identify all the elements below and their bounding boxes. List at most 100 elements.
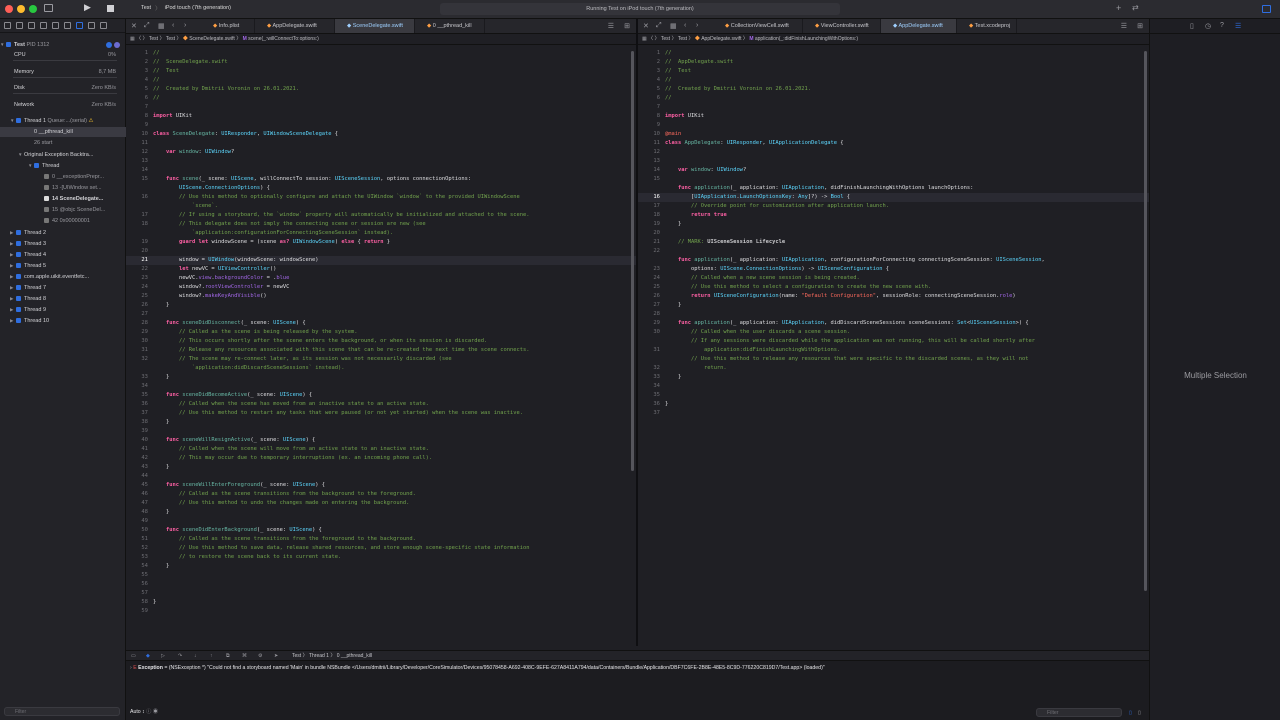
thread-1-row[interactable]: ▼ Thread 1 Queue:...(serial) ⚠ (0, 116, 126, 126)
editor-options-icon[interactable]: ☰ (608, 22, 614, 30)
forward-icon[interactable]: › (696, 22, 698, 29)
code-line[interactable] (153, 310, 529, 319)
code-line[interactable]: class SceneDelegate: UIResponder, UIWind… (153, 130, 529, 139)
frame-row[interactable]: 0 __pthread_kill (0, 127, 126, 137)
thread-row[interactable]: ▶ Thread 8 (0, 294, 126, 304)
editor-tab[interactable]: ◆ AppDelegate.swift (881, 19, 957, 33)
editor-tab[interactable]: ◆ SceneDelegate.swift (335, 19, 415, 33)
thread-row[interactable]: ▶ Thread 5 (0, 261, 126, 271)
crumb-process[interactable]: Test (292, 653, 301, 659)
crumb-frame[interactable]: 0 __pthread_kill (337, 653, 372, 659)
code-line[interactable]: import UIKit (153, 112, 529, 121)
code-line[interactable] (665, 382, 1045, 391)
editor-tab[interactable]: ◆ Test.xcodeproj (957, 19, 1017, 33)
code-line[interactable]: import UIKit (665, 112, 1045, 121)
code-line[interactable]: // This occurs shortly after the scene e… (153, 337, 529, 346)
view-hierarchy-icon[interactable]: ⧉ (226, 651, 230, 661)
code-line[interactable] (665, 103, 1045, 112)
code-line[interactable]: // If using a storyboard, the `window` p… (153, 211, 530, 220)
code-line[interactable]: } (153, 508, 529, 517)
jump-project[interactable]: Test (661, 36, 670, 42)
back-icon[interactable]: ‹ (684, 22, 686, 29)
code-line[interactable]: // (665, 94, 1045, 103)
code-line[interactable]: // Use this method to optionally configu… (153, 193, 529, 202)
code-line[interactable]: } (665, 400, 1045, 409)
code-line[interactable]: } (153, 373, 529, 382)
environment-icon[interactable]: ⚙ (258, 651, 262, 661)
code-line[interactable]: window?.makeKeyAndVisible() (153, 292, 529, 301)
thread-row[interactable]: ▶ Thread 7 (0, 283, 126, 293)
code-line[interactable]: func sceneDidDisconnect(_ scene: UIScene… (153, 319, 529, 328)
code-line[interactable]: // (665, 76, 1045, 85)
gauge-cpu[interactable]: CPU 0% (0, 50, 126, 60)
related-items-icon[interactable]: ▦ (670, 22, 677, 30)
variables-scope-select[interactable]: Auto ↕ ⓘ ◉ (130, 708, 158, 716)
right-source-editor[interactable]: 1 2 3 4 5 6 7 8 9 10 11 12 13 14 15 16 17 18 19 20 21 22 23 24 2… (638, 45, 1149, 646)
thread-row[interactable]: ▶ Thread 10 (0, 316, 126, 326)
file-inspector-icon[interactable]: ▯ (1190, 22, 1194, 30)
navigator-filter-field[interactable]: Filter (4, 707, 120, 716)
issue-navigator-icon[interactable] (52, 22, 59, 29)
frame-row[interactable]: 0 __exceptionPrepr... (0, 172, 126, 182)
code-line[interactable] (153, 121, 529, 130)
frame-row[interactable]: 15 @objc SceneDel... (0, 205, 126, 215)
code-line[interactable]: guard let windowScene = (scene as? UIWin… (153, 238, 529, 247)
code-line[interactable] (665, 121, 1045, 130)
code-line[interactable]: func sceneWillEnterForeground(_ scene: U… (153, 481, 529, 490)
report-navigator-icon[interactable] (100, 22, 107, 29)
jump-symbol[interactable]: scene(_:willConnectTo:options:) (248, 36, 319, 42)
left-jump-bar[interactable]: ▦ 〈 〉 Test 〉 Test 〉 ◆ SceneDelegate.swif… (126, 34, 636, 45)
code-line[interactable] (153, 103, 529, 112)
help-inspector-icon[interactable]: ? (1220, 22, 1224, 29)
code-line[interactable] (153, 247, 529, 256)
debug-navigator-icon[interactable] (76, 22, 83, 29)
stop-icon[interactable] (107, 5, 114, 12)
code-line[interactable]: // AppDelegate.swift (665, 58, 1045, 67)
code-line[interactable]: // Use this method to save data, release… (153, 544, 530, 553)
backtrace-row[interactable]: ▼ Original Exception Backtra... (0, 150, 126, 160)
code-line[interactable]: func sceneDidBecomeActive(_ scene: UISce… (153, 391, 529, 400)
jump-group[interactable]: Test (678, 36, 687, 42)
code-line[interactable]: // This delegate does not imply the conn… (153, 220, 529, 229)
close-window-button[interactable] (5, 5, 13, 13)
code-line[interactable] (153, 139, 529, 148)
code-line[interactable]: [UIApplication.LaunchOptionsKey: Any]?) … (665, 193, 1045, 202)
code-line[interactable]: } (665, 373, 1045, 382)
code-line[interactable]: return true (665, 211, 1045, 220)
expand-icon[interactable]: ⤢ (656, 22, 662, 30)
right-jump-bar[interactable]: ▦ 〈 〉 Test 〉 Test 〉 ◆ AppDelegate.swift … (638, 34, 1149, 45)
code-line[interactable]: func application(_ application: UIApplic… (665, 256, 1045, 265)
editor-tab[interactable]: ◆ CollectionViewCell.swift (713, 19, 803, 33)
editor-tab[interactable]: ◆ Info.plist (201, 19, 255, 33)
sidebar-toggle-icon[interactable] (44, 4, 53, 12)
code-line[interactable]: class AppDelegate: UIResponder, UIApplic… (665, 139, 1045, 148)
minimize-window-button[interactable] (17, 5, 25, 13)
frame-row[interactable]: 42 0x00000001 (0, 216, 126, 226)
grid-icon[interactable]: ▦ (130, 36, 135, 42)
code-line[interactable]: let newVC = UIViewController() (153, 265, 529, 274)
code-line[interactable]: func application(_ application: UIApplic… (665, 319, 1045, 328)
eye-icon[interactable]: ◉ (153, 709, 158, 715)
code-line[interactable]: // Called as the scene transitions from … (153, 490, 529, 499)
split-editor-icon[interactable]: ⊞ (624, 22, 630, 30)
code-line[interactable] (153, 616, 529, 625)
related-items-icon[interactable]: ▦ (158, 22, 165, 30)
code-line[interactable] (153, 589, 529, 598)
code-line[interactable]: // (153, 76, 529, 85)
vertical-scrollbar[interactable] (631, 51, 634, 471)
breakpoints-toggle-icon[interactable]: ◆ (146, 651, 150, 661)
code-line[interactable]: // Use this method to undo the changes m… (153, 499, 529, 508)
back-icon[interactable]: ‹ (172, 22, 174, 29)
step-over-icon[interactable]: ↷ (178, 651, 182, 661)
test-navigator-icon[interactable] (64, 22, 71, 29)
code-line[interactable]: // Use this method to restart any tasks … (153, 409, 529, 418)
attributes-inspector-icon[interactable]: ☰ (1235, 22, 1241, 30)
scheme-selector[interactable]: Test 〉 iPod touch (7th generation) (141, 4, 231, 12)
gauge-memory[interactable]: Memory 8,7 MB (0, 67, 126, 77)
code-text[interactable]: // // SceneDelegate.swift // Test // // Crea… (153, 49, 529, 625)
continue-icon[interactable]: ▷ (161, 651, 165, 661)
code-line[interactable]: // Release any resources associated with… (153, 346, 530, 355)
code-line[interactable]: func application(_ application: UIApplic… (665, 184, 1045, 193)
code-line[interactable]: // SceneDelegate.swift (153, 58, 529, 67)
console-filter-field[interactable]: Filter (1036, 708, 1122, 717)
